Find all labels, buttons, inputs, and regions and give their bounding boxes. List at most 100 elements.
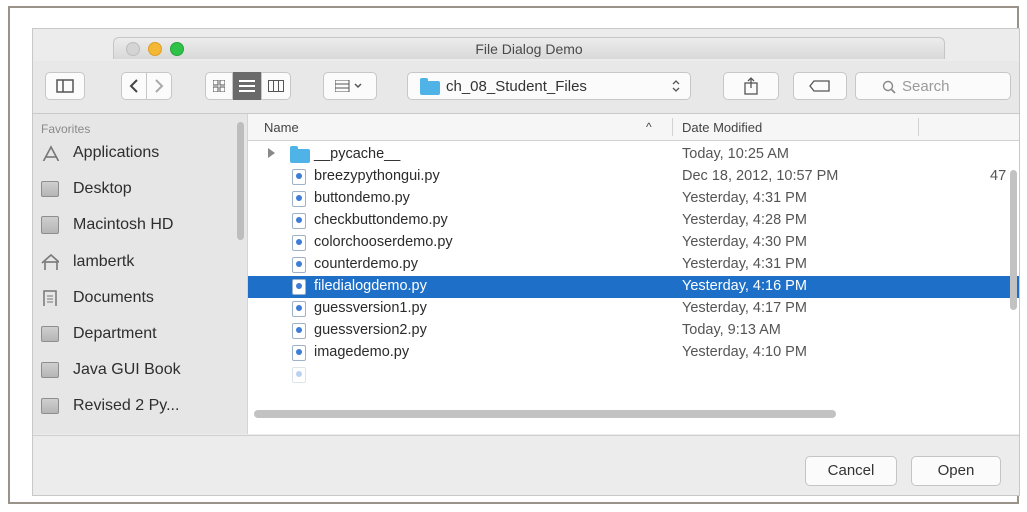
column-header: Name ^ Date Modified — [248, 114, 1019, 141]
file-name: imagedemo.py — [314, 344, 410, 360]
applications-icon — [42, 145, 59, 161]
file-dialog-window: File Dialog Demo ch_08_Student_Files Sea… — [32, 28, 1020, 496]
file-date: Yesterday, 4:10 PM — [682, 344, 807, 360]
list-item[interactable]: guessversion2.py Today, 9:13 AM — [248, 320, 1019, 342]
tag-icon — [809, 80, 830, 92]
file-date: Yesterday, 4:31 PM — [682, 256, 807, 272]
home-icon — [41, 254, 59, 270]
search-placeholder: Search — [902, 78, 950, 95]
sidebar-item-label: Applications — [73, 144, 160, 161]
list-item[interactable]: buttondemo.py Yesterday, 4:31 PM — [248, 188, 1019, 210]
file-name: colorchooserdemo.py — [314, 234, 453, 250]
sidebar-heading: Favorites — [41, 122, 91, 136]
sidebar-item-label: lambertk — [73, 253, 135, 270]
sidebar-icon — [56, 79, 74, 93]
cancel-button[interactable]: Cancel — [805, 456, 897, 486]
file-date: Yesterday, 4:31 PM — [682, 190, 807, 206]
folder-icon — [290, 146, 310, 163]
icon-view-button[interactable] — [205, 72, 233, 100]
chevron-left-icon — [129, 79, 138, 93]
list-view-button[interactable] — [233, 72, 261, 100]
folder-icon — [41, 326, 59, 342]
dialog-footer: Cancel Open — [33, 435, 1019, 495]
file-size: 47 — [990, 168, 1007, 184]
sidebar-item-label: Revised 2 Py... — [73, 397, 180, 414]
search-icon — [882, 80, 896, 94]
python-file-icon — [292, 191, 306, 207]
sidebar-item-desktop[interactable]: Desktop — [41, 178, 241, 204]
python-file-icon — [292, 257, 306, 273]
sidebar-item-department[interactable]: Department — [41, 323, 241, 349]
list-item[interactable]: imagedemo.py Yesterday, 4:10 PM — [248, 342, 1019, 364]
sidebar-scrollbar[interactable] — [237, 122, 244, 240]
horizontal-scrollbar[interactable] — [254, 410, 836, 418]
updown-chevron-icon — [672, 80, 680, 92]
sort-indicator-icon: ^ — [646, 120, 652, 134]
column-divider[interactable] — [672, 118, 673, 136]
file-date: Dec 18, 2012, 10:57 PM — [682, 168, 839, 184]
sidebar-item-label: Desktop — [73, 180, 132, 197]
file-date: Yesterday, 4:17 PM — [682, 300, 807, 316]
vertical-scrollbar[interactable] — [1010, 170, 1017, 310]
disk-icon — [41, 216, 59, 234]
sidebar-toggle-button[interactable] — [45, 72, 85, 100]
list-item-partial[interactable] — [248, 364, 1019, 386]
file-name: breezypythongui.py — [314, 168, 440, 184]
list-icon — [239, 80, 255, 92]
column-view-button[interactable] — [261, 72, 291, 100]
current-folder-label: ch_08_Student_Files — [446, 78, 587, 95]
share-icon — [744, 77, 758, 95]
disclosure-triangle-icon[interactable] — [268, 148, 275, 158]
file-date: Today, 10:25 AM — [682, 146, 789, 162]
screenshot-frame: File Dialog Demo ch_08_Student_Files Sea… — [8, 6, 1020, 504]
file-name: buttondemo.py — [314, 190, 410, 206]
python-file-icon — [292, 301, 306, 317]
python-file-icon — [292, 345, 306, 361]
folder-icon — [420, 78, 440, 95]
python-file-icon — [292, 235, 306, 251]
forward-button[interactable] — [146, 72, 172, 100]
sidebar-item-label: Department — [73, 325, 157, 342]
python-file-icon — [292, 323, 306, 339]
search-field[interactable]: Search — [855, 72, 1011, 100]
sidebar-item-applications[interactable]: Applications — [41, 142, 241, 168]
sidebar-item-java-gui-book[interactable]: Java GUI Book — [41, 359, 241, 385]
tag-button[interactable] — [793, 72, 847, 100]
folder-icon — [41, 398, 59, 414]
open-button[interactable]: Open — [911, 456, 1001, 486]
list-item[interactable]: breezypythongui.py Dec 18, 2012, 10:57 P… — [248, 166, 1019, 188]
date-column-header[interactable]: Date Modified — [682, 120, 762, 135]
documents-icon — [43, 290, 57, 306]
python-file-icon — [292, 279, 306, 295]
share-button[interactable] — [723, 72, 779, 100]
python-file-icon — [292, 169, 306, 185]
chevron-right-icon — [155, 79, 164, 93]
sidebar-item-label: Documents — [73, 289, 154, 306]
sidebar-item-revised-2-py[interactable]: Revised 2 Py... — [41, 395, 241, 421]
list-item[interactable]: colorchooserdemo.py Yesterday, 4:30 PM — [248, 232, 1019, 254]
sidebar: Favorites Applications Desktop Macintosh… — [33, 114, 248, 434]
location-popup[interactable]: ch_08_Student_Files — [407, 72, 691, 100]
file-name: guessversion1.py — [314, 300, 427, 316]
list-item[interactable]: counterdemo.py Yesterday, 4:31 PM — [248, 254, 1019, 276]
window-title: File Dialog Demo — [475, 41, 583, 57]
arrange-button[interactable] — [323, 72, 377, 100]
file-name: __pycache__ — [314, 146, 401, 162]
file-date: Yesterday, 4:16 PM — [682, 278, 807, 294]
back-button[interactable] — [121, 72, 147, 100]
python-file-icon — [292, 367, 306, 383]
sidebar-item-label: Java GUI Book — [73, 361, 181, 378]
sidebar-item-lambertk[interactable]: lambertk — [41, 251, 241, 277]
column-divider[interactable] — [918, 118, 919, 136]
sidebar-item-label: Macintosh HD — [73, 216, 174, 233]
file-date: Today, 9:13 AM — [682, 322, 781, 338]
list-item[interactable]: __pycache__ Today, 10:25 AM — [248, 144, 1019, 166]
list-item-selected[interactable]: filedialogdemo.py Yesterday, 4:16 PM — [248, 276, 1019, 298]
sidebar-item-macintosh-hd[interactable]: Macintosh HD — [41, 214, 241, 240]
sidebar-item-documents[interactable]: Documents — [41, 287, 241, 313]
name-column-header[interactable]: Name — [264, 120, 299, 135]
title-bar[interactable]: File Dialog Demo — [113, 37, 945, 59]
grid-icon — [213, 80, 225, 92]
list-item[interactable]: guessversion1.py Yesterday, 4:17 PM — [248, 298, 1019, 320]
list-item[interactable]: checkbuttondemo.py Yesterday, 4:28 PM — [248, 210, 1019, 232]
